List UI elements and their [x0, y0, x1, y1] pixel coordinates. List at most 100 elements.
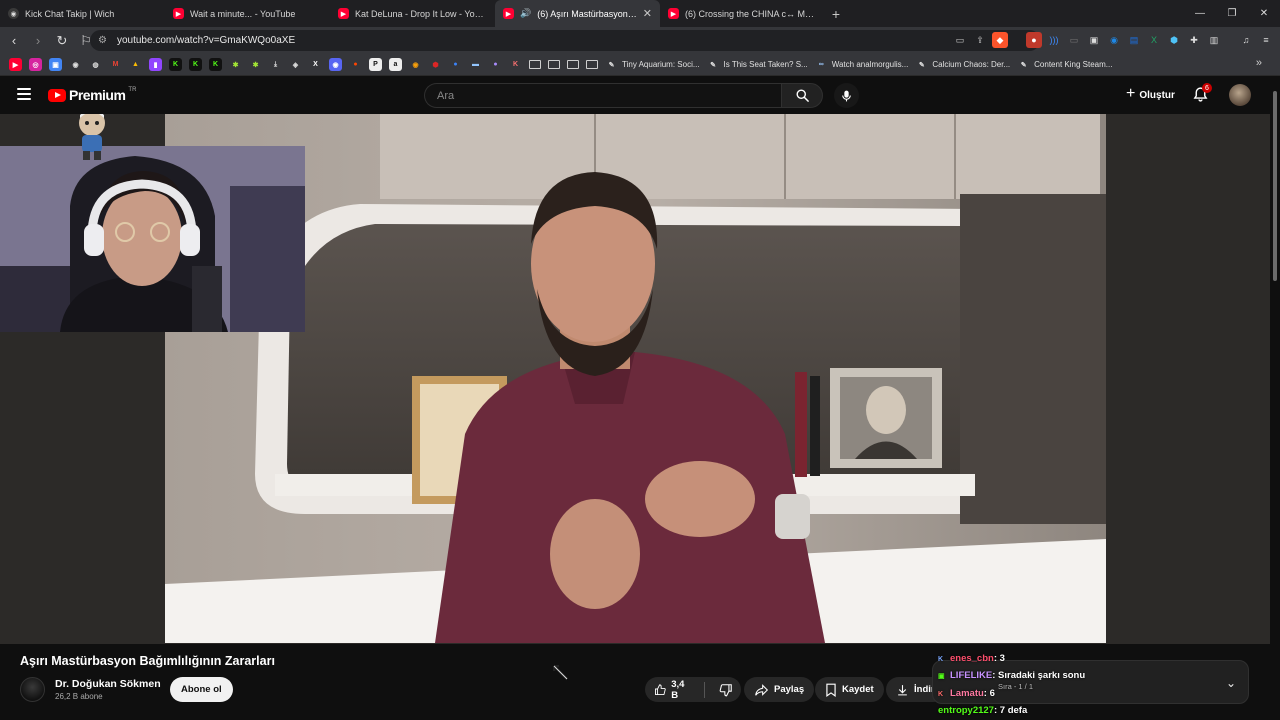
subscriber-count: 26,2 B abone [55, 692, 103, 701]
extension-icon[interactable]: ▣ [1086, 32, 1102, 48]
save-button[interactable]: Kaydet [815, 677, 884, 702]
address-bar[interactable]: ⚙ youtube.com/watch?v=GmaKWQo0aXE [90, 30, 1040, 51]
extension-icon[interactable]: ▭ [1066, 32, 1082, 48]
channel-avatar[interactable] [20, 677, 45, 702]
bookmark-item[interactable]: ⤓ [266, 57, 285, 73]
extension-icon[interactable]: ))) [1046, 32, 1062, 48]
bookmark-item[interactable]: ∞ Watch analmorgulis... [812, 57, 912, 73]
browser-tab[interactable]: ▶ Wait a minute... - YouTube [165, 0, 330, 27]
voice-search-button[interactable] [834, 83, 859, 108]
browser-tab-active[interactable]: ▶ 🔊 (6) Aşırı Mastürbasyon Bağımlılığı ✕ [495, 0, 660, 27]
close-window-icon[interactable]: ✕ [1248, 0, 1280, 27]
bookmark-folder[interactable] [526, 57, 544, 73]
chat-username: entropy2127 [938, 705, 994, 716]
media-control-icon[interactable]: ♫ [1238, 32, 1254, 48]
minimize-icon[interactable]: — [1184, 0, 1216, 27]
chevron-down-icon[interactable]: ⌄ [1226, 676, 1236, 690]
bookmark-item[interactable]: K [506, 57, 525, 73]
notifications-button[interactable]: 6 [1192, 83, 1212, 104]
cast-icon[interactable]: ▭ [952, 32, 968, 48]
sidepanel-icon[interactable]: ▥ [1206, 32, 1222, 48]
bookmark-item[interactable]: ◉ [406, 57, 425, 73]
bookmark-item[interactable]: ▶ [6, 57, 25, 73]
video-player[interactable] [165, 114, 1106, 643]
share-icon[interactable]: ⇪ [972, 32, 988, 48]
extension-icon: ◉ [412, 61, 419, 69]
brave-shield-icon[interactable]: ◆ [992, 32, 1008, 48]
bookmark-folder[interactable] [564, 57, 582, 73]
bookmark-item[interactable]: ✎ Tiny Aquarium: Soci... [602, 57, 703, 73]
bookmark-item[interactable]: ▮ [146, 57, 165, 73]
restore-icon[interactable]: ❐ [1216, 0, 1248, 27]
bookmark-folder[interactable] [583, 57, 601, 73]
bookmark-item[interactable]: ✱ [246, 57, 265, 73]
bookmark-item[interactable]: ✱ [226, 57, 245, 73]
bookmark-item[interactable]: M [106, 57, 125, 73]
extension-icon[interactable]: ◉ [1106, 32, 1122, 48]
bookmark-item[interactable]: P [366, 57, 385, 73]
bookmark-item[interactable]: ✎ Is This Seat Taken? S... [704, 57, 811, 73]
dislike-button[interactable] [710, 677, 741, 702]
instagram-icon: ◎ [29, 58, 42, 71]
close-tab-icon[interactable]: ✕ [643, 7, 652, 20]
bookmark-item[interactable]: ⬢ [426, 57, 445, 73]
bookmark-item[interactable]: ✎ Calcium Chaos: Der... [912, 57, 1013, 73]
bookmark-item[interactable]: K [166, 57, 185, 73]
bookmark-folder[interactable] [545, 57, 563, 73]
bookmark-item[interactable]: ● [486, 57, 505, 73]
bookmark-item[interactable]: ▬ [466, 57, 485, 73]
bookmark-item[interactable]: ◎ [26, 57, 45, 73]
channel-name[interactable]: Dr. Doğukan Sökmen [55, 678, 161, 690]
stream-chat-overlay: Kenes_cbn: 3 ▣ LIFELIKE: Sıradaki şarkı s… [938, 636, 1178, 720]
bookmark-item[interactable]: ▲ [126, 57, 145, 73]
bookmark-item[interactable]: ◈ [286, 57, 305, 73]
browser-tab[interactable]: ◉ Kick Chat Takip | Wich [0, 0, 165, 27]
extension-icon[interactable]: X [1146, 32, 1162, 48]
bookmark-item[interactable]: ● [346, 57, 365, 73]
account-avatar[interactable] [1229, 84, 1251, 106]
bookmark-item[interactable]: ◍ [86, 57, 105, 73]
tab-title: Kat DeLuna - Drop It Low - YouTube [355, 8, 487, 19]
bookmark-item[interactable]: ● [446, 57, 465, 73]
create-button[interactable]: + Oluştur [1118, 84, 1183, 106]
hamburger-menu-icon[interactable] [17, 88, 31, 100]
bookmark-item[interactable]: K [186, 57, 205, 73]
like-button[interactable]: 3,4 B [645, 677, 699, 702]
scrollbar-thumb[interactable] [1273, 91, 1277, 281]
subscribe-button[interactable]: Abone ol [170, 677, 233, 702]
site-info-icon[interactable]: ⚙ [98, 35, 107, 46]
page-scrollbar[interactable] [1270, 77, 1280, 720]
youtube-logo[interactable]: Premium TR [48, 87, 136, 103]
back-icon[interactable]: ‹ [4, 31, 24, 51]
notification-badge: 6 [1202, 83, 1212, 93]
bookmark-label: Calcium Chaos: Der... [932, 60, 1011, 69]
forward-icon[interactable]: › [28, 31, 48, 51]
save-label: Kaydet [842, 684, 874, 695]
bookmark-item[interactable]: ▣ [46, 57, 65, 73]
speaker-icon[interactable]: 🔊 [520, 8, 531, 19]
bookmark-item[interactable]: ◉ [326, 57, 345, 73]
folder-icon [586, 60, 598, 69]
browser-tab[interactable]: ▶ Kat DeLuna - Drop It Low - YouTube [330, 0, 495, 27]
bookmark-item[interactable]: X [306, 57, 325, 73]
bookmark-item[interactable]: ◉ [66, 57, 85, 73]
bookmark-item[interactable]: K [206, 57, 225, 73]
search-button[interactable] [781, 83, 823, 108]
extension-icon[interactable]: ⬢ [1166, 32, 1182, 48]
search-input[interactable] [424, 83, 782, 108]
extension-icon[interactable]: ● [1026, 32, 1042, 48]
more-bookmarks-icon[interactable]: » [1256, 57, 1262, 69]
bookmark-item[interactable]: ✎ Content King Steam... [1014, 57, 1115, 73]
extension-icon: ▬ [472, 61, 479, 68]
extensions-puzzle-icon[interactable]: ✚ [1186, 32, 1202, 48]
new-tab-button[interactable]: + [825, 6, 847, 22]
reload-icon[interactable]: ↻ [52, 31, 72, 51]
share-button[interactable]: Paylaş [744, 677, 815, 702]
menu-icon[interactable]: ≡ [1258, 32, 1274, 48]
browser-tab[interactable]: ▶ (6) Crossing the CHINA c↔ MONGOL [660, 0, 825, 27]
steam-icon: ✎ [608, 61, 615, 69]
bookmark-item[interactable]: a [386, 57, 405, 73]
extension-icon[interactable]: ▤ [1126, 32, 1142, 48]
kick-icon: K [189, 58, 202, 71]
steam-icon: ✎ [1020, 61, 1027, 69]
